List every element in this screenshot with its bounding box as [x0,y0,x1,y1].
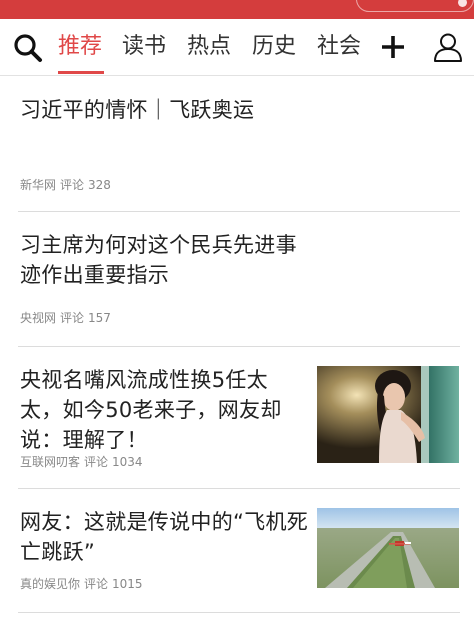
comment-label: 评论 [60,311,85,325]
news-title: 习近平的情怀｜飞跃奥运 [20,98,255,122]
news-title: 习主席为何对这个民兵先进事迹作出重要指示 [20,233,297,287]
comment-count: 328 [88,178,111,192]
news-item[interactable]: 习主席为何对这个民兵先进事迹作出重要指示 央视网 评论 157 [18,212,460,347]
tab-reading[interactable]: 读书 [122,32,166,64]
news-source: 新华网 [20,178,57,192]
search-icon[interactable] [12,32,44,64]
comment-label: 评论 [84,577,109,591]
news-meta: 真的娱见你 评论 1015 [20,576,143,592]
news-source: 互联网叨客 [20,455,81,469]
tab-society[interactable]: 社会 [317,32,361,64]
comment-count: 1034 [112,455,143,469]
tab-recommend[interactable]: 推荐 [58,32,102,64]
woman-portrait-image [317,366,459,463]
channel-nav-bar: 推荐 读书 热点 历史 社会 [0,19,474,76]
airplane-runway-image [317,508,459,588]
tab-history[interactable]: 历史 [252,32,296,64]
comment-count: 157 [88,311,111,325]
top-bar-capsule [356,0,474,12]
news-source: 真的娱见你 [20,577,81,591]
tab-hot[interactable]: 热点 [187,32,231,64]
news-title: 央视名嘴风流成性换5任太太，如今50老来子，网友却说：理解了！ [20,368,282,452]
user-icon[interactable] [432,31,464,63]
comment-label: 评论 [60,178,85,192]
news-item[interactable]: 网友：这就是传说中的“飞机死亡跳跃” 真的娱见你 评论 1015 [18,489,460,613]
news-meta: 新华网 评论 328 [20,177,111,193]
comment-count: 1015 [112,577,143,591]
plus-icon[interactable] [380,33,406,61]
active-tab-indicator [58,71,104,74]
news-meta: 互联网叨客 评论 1034 [20,454,143,470]
news-title: 网友：这就是传说中的“飞机死亡跳跃” [20,510,309,564]
news-meta: 央视网 评论 157 [20,310,111,326]
top-status-bar [0,0,474,19]
news-item[interactable]: 习近平的情怀｜飞跃奥运 新华网 评论 328 [18,76,460,212]
news-item[interactable]: 央视名嘴风流成性换5任太太，如今50老来子，网友却说：理解了！ 互联网叨客 评论 1… [18,347,460,489]
news-source: 央视网 [20,311,57,325]
comment-label: 评论 [84,455,109,469]
